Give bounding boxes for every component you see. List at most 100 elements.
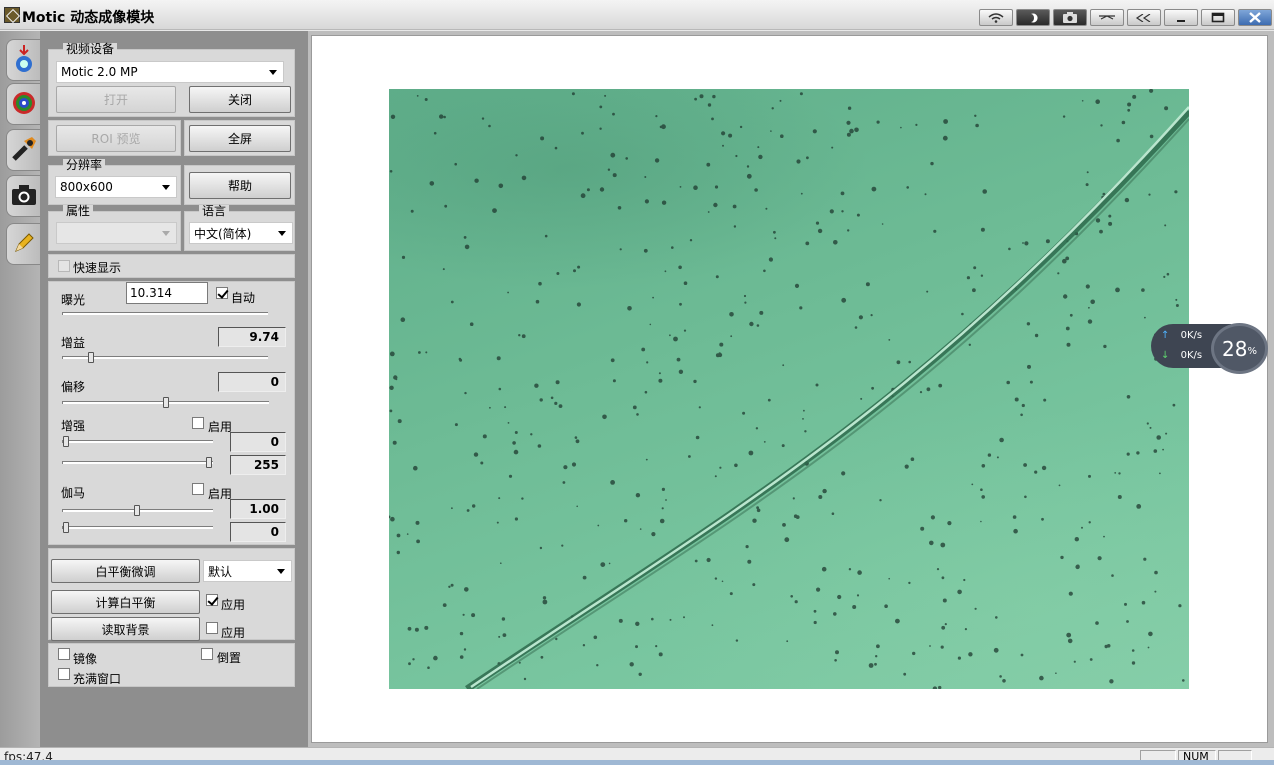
specimen-speck xyxy=(1095,99,1100,104)
specimen-speck xyxy=(498,635,501,638)
collapse-panel-icon[interactable] xyxy=(1090,9,1124,26)
specimen-speck xyxy=(1103,344,1107,349)
specimen-speck xyxy=(645,458,648,461)
specimen-speck xyxy=(538,281,542,286)
specimen-speck xyxy=(678,369,684,374)
calc-white-balance-apply-checkbox[interactable] xyxy=(206,594,218,606)
specimen-speck xyxy=(1097,556,1102,561)
network-monitor-widget[interactable]: ↑ 0K/s ↓ 0K/s 28% xyxy=(1151,323,1269,374)
gamma-offset-slider-track[interactable] xyxy=(62,526,213,529)
gain-slider-thumb[interactable] xyxy=(88,352,94,363)
specimen-speck xyxy=(450,583,454,587)
calc-white-balance-button[interactable]: 计算白平衡 xyxy=(51,590,200,614)
white-balance-mode-select[interactable]: 默认 xyxy=(203,560,292,582)
enhance-max-slider-thumb[interactable] xyxy=(206,457,212,468)
specimen-speck xyxy=(678,265,682,270)
enhance-enable-checkbox[interactable] xyxy=(192,417,204,429)
specimen-speck xyxy=(857,570,862,575)
specimen-speck xyxy=(770,130,772,132)
specimen-speck xyxy=(728,133,733,138)
exposure-input[interactable]: 10.314 xyxy=(126,282,208,304)
read-background-button[interactable]: 读取背景 xyxy=(51,617,200,641)
offset-slider-thumb[interactable] xyxy=(163,397,169,408)
hide-panel-icon[interactable] xyxy=(1127,9,1161,26)
specimen-speck xyxy=(721,131,726,136)
roi-preview-button[interactable]: ROI 预览 xyxy=(56,125,176,152)
specimen-speck xyxy=(649,323,652,326)
specimen-speck xyxy=(933,229,937,233)
specimen-speck xyxy=(408,662,411,666)
gamma-offset-slider-thumb[interactable] xyxy=(63,522,69,533)
close-icon[interactable] xyxy=(1238,9,1272,26)
flip-checkbox[interactable] xyxy=(201,648,213,660)
specimen-speck xyxy=(895,618,900,624)
maximize-icon[interactable] xyxy=(1201,9,1235,26)
specimen-speck xyxy=(1111,574,1114,577)
capture-tab[interactable] xyxy=(6,39,40,81)
fast-display-label: 快速显示 xyxy=(73,261,122,275)
wifi-icon[interactable] xyxy=(979,9,1013,26)
specimen-speck xyxy=(514,431,518,434)
read-background-apply-checkbox[interactable] xyxy=(206,622,218,634)
specimen-speck xyxy=(1021,403,1025,408)
specimen-speck xyxy=(539,546,543,550)
video-device-value: Motic 2.0 MP xyxy=(61,65,138,79)
specimen-speck xyxy=(749,321,754,327)
specimen-speck xyxy=(451,507,453,510)
specimen-speck xyxy=(466,509,470,512)
mirror-checkbox[interactable] xyxy=(58,648,70,660)
specimen-speck xyxy=(599,127,602,130)
specimen-speck xyxy=(454,162,457,166)
specimen-speck xyxy=(513,449,519,455)
specimen-speck xyxy=(1178,604,1182,608)
specimen-speck xyxy=(780,134,784,138)
video-device-select[interactable]: Motic 2.0 MP xyxy=(56,61,284,83)
exposure-slider-track[interactable] xyxy=(62,312,268,315)
specimen-speck xyxy=(733,225,737,228)
camera-snapshot-icon[interactable] xyxy=(1053,9,1087,26)
specimen-speck xyxy=(498,497,501,500)
properties-select[interactable] xyxy=(56,222,177,244)
specimen-speck xyxy=(752,518,757,523)
enhance-min-slider-thumb[interactable] xyxy=(63,436,69,447)
enhance-max-slider-track[interactable] xyxy=(62,461,213,464)
camera-tab[interactable] xyxy=(6,175,40,217)
microscope-live-image[interactable] xyxy=(389,89,1189,689)
annotate-tab[interactable] xyxy=(6,223,40,265)
enhance-min-slider-track[interactable] xyxy=(62,440,213,443)
white-balance-fine-tune-button[interactable]: 白平衡微调 xyxy=(51,559,200,583)
close-device-button[interactable]: 关闭 xyxy=(189,86,291,113)
fullscreen-button[interactable]: 全屏 xyxy=(189,125,291,152)
help-button[interactable]: 帮助 xyxy=(189,172,291,199)
resolution-select[interactable]: 800x600 xyxy=(55,176,177,198)
moon-icon[interactable] xyxy=(1016,9,1050,26)
open-device-button[interactable]: 打开 xyxy=(56,86,176,113)
exposure-auto-checkbox[interactable] xyxy=(216,287,228,299)
fast-display-checkbox[interactable] xyxy=(58,260,70,272)
specimen-speck xyxy=(876,644,880,649)
specimen-speck xyxy=(644,199,649,204)
fill-window-checkbox[interactable] xyxy=(58,668,70,680)
specimen-speck xyxy=(1081,526,1083,529)
specimen-speck xyxy=(846,120,851,125)
color-tab[interactable] xyxy=(6,83,40,125)
tools-tab[interactable] xyxy=(6,129,40,171)
specimen-speck xyxy=(963,578,966,582)
specimen-speck xyxy=(974,607,977,610)
specimen-speck xyxy=(1141,600,1146,605)
specimen-speck xyxy=(896,360,901,365)
gamma-enable-checkbox[interactable] xyxy=(192,483,204,495)
specimen-speck xyxy=(999,437,1004,443)
minimize-icon[interactable] xyxy=(1164,9,1198,26)
specimen-speck xyxy=(523,677,527,681)
fill-window-label: 充满窗口 xyxy=(73,672,122,686)
specimen-speck xyxy=(841,297,847,303)
specimen-speck xyxy=(392,440,397,445)
specimen-speck xyxy=(771,107,774,110)
specimen-speck xyxy=(833,612,837,616)
specimen-speck xyxy=(507,422,510,424)
language-select[interactable]: 中文(简体) xyxy=(189,222,293,244)
specimen-speck xyxy=(593,635,598,640)
gamma-slider-thumb[interactable] xyxy=(134,505,140,516)
read-background-apply-label: 应用 xyxy=(221,626,246,640)
